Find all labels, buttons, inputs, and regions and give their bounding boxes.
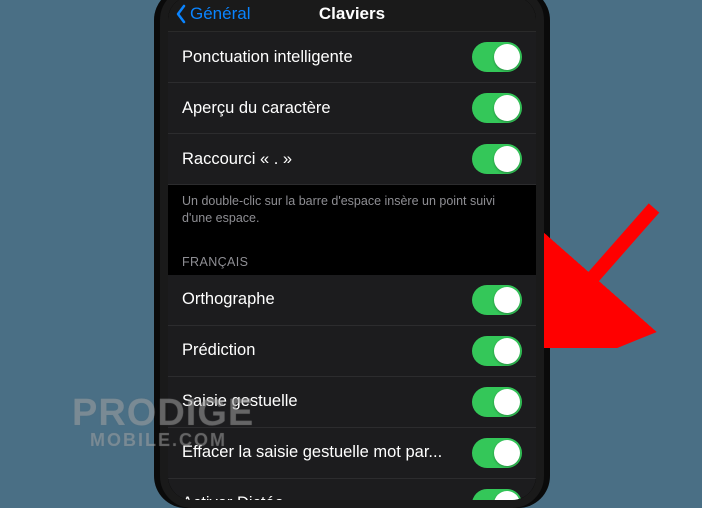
annotation-arrow-icon bbox=[544, 198, 674, 348]
toggle-switch[interactable] bbox=[472, 285, 522, 315]
row-label: Saisie gestuelle bbox=[182, 392, 308, 411]
row-activer-dictee[interactable]: Activer Dictée bbox=[168, 479, 536, 500]
row-orthographe[interactable]: Orthographe bbox=[168, 275, 536, 326]
navbar: Général Claviers bbox=[168, 0, 536, 32]
row-label: Aperçu du caractère bbox=[182, 99, 341, 118]
toggle-switch[interactable] bbox=[472, 489, 522, 500]
back-label: Général bbox=[190, 4, 250, 24]
row-label: Activer Dictée bbox=[182, 494, 294, 500]
chevron-left-icon bbox=[174, 4, 188, 24]
section-header-francais: FRANÇAIS bbox=[168, 241, 536, 275]
row-apercu[interactable]: Aperçu du caractère bbox=[168, 83, 536, 134]
toggle-switch[interactable] bbox=[472, 42, 522, 72]
row-prediction[interactable]: Prédiction bbox=[168, 326, 536, 377]
row-label: Orthographe bbox=[182, 290, 285, 309]
settings-list: Ponctuation intelligente Aperçu du carac… bbox=[168, 32, 536, 500]
toggle-switch[interactable] bbox=[472, 336, 522, 366]
toggle-switch[interactable] bbox=[472, 144, 522, 174]
row-saisie-gestuelle[interactable]: Saisie gestuelle bbox=[168, 377, 536, 428]
section-footer: Un double-clic sur la barre d'espace ins… bbox=[168, 185, 536, 241]
row-effacer-saisie[interactable]: Effacer la saisie gestuelle mot par... bbox=[168, 428, 536, 479]
toggle-switch[interactable] bbox=[472, 438, 522, 468]
row-label: Raccourci « . » bbox=[182, 150, 302, 169]
row-ponctuation[interactable]: Ponctuation intelligente bbox=[168, 32, 536, 83]
row-label: Ponctuation intelligente bbox=[182, 48, 363, 67]
toggle-switch[interactable] bbox=[472, 387, 522, 417]
screen: Général Claviers Ponctuation intelligent… bbox=[168, 0, 536, 500]
row-label: Prédiction bbox=[182, 341, 265, 360]
toggle-switch[interactable] bbox=[472, 93, 522, 123]
back-button[interactable]: Général bbox=[168, 4, 250, 24]
phone-frame: Général Claviers Ponctuation intelligent… bbox=[160, 0, 544, 508]
row-label: Effacer la saisie gestuelle mot par... bbox=[182, 443, 452, 462]
row-raccourci[interactable]: Raccourci « . » bbox=[168, 134, 536, 185]
